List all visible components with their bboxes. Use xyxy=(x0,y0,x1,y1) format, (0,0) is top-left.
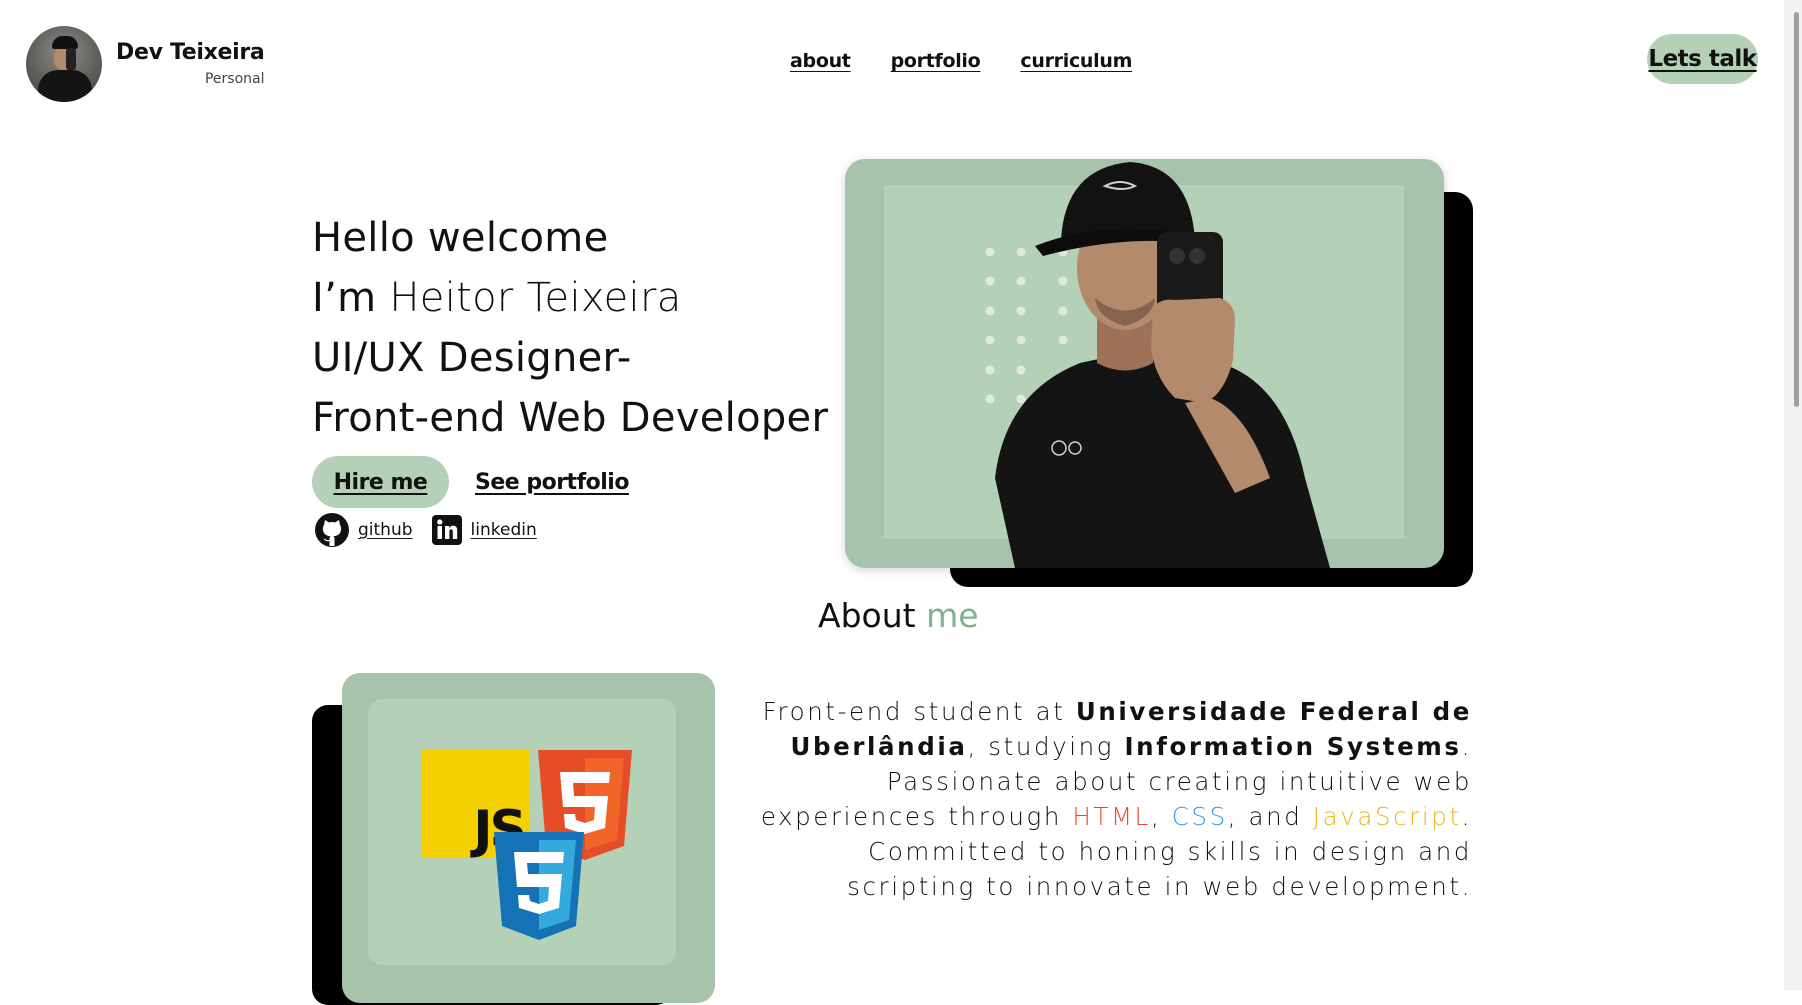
profile-photo xyxy=(985,162,1330,568)
hero-line-welcome: Hello welcome xyxy=(312,215,609,261)
github-icon xyxy=(315,513,349,547)
nav-link-about[interactable]: about xyxy=(790,50,851,72)
html-highlight: HTML xyxy=(1072,802,1151,831)
about-title-accent: me xyxy=(926,596,979,635)
scrollbar[interactable] xyxy=(1784,0,1802,990)
brand-name: Dev Teixeira xyxy=(116,40,265,65)
about-text-part: Front-end student at xyxy=(762,697,1076,726)
hero-name: Heitor Teixeira xyxy=(389,275,682,321)
about-text-part: , studying xyxy=(967,732,1125,761)
brand[interactable]: Dev Teixeira Personal xyxy=(26,26,265,102)
see-portfolio-link[interactable]: See portfolio xyxy=(475,470,629,495)
about-description: Front-end student at Universidade Federa… xyxy=(740,694,1472,904)
nav-link-curriculum[interactable]: curriculum xyxy=(1020,50,1132,72)
css-highlight: CSS xyxy=(1171,802,1228,831)
brand-subtitle: Personal xyxy=(204,71,265,87)
linkedin-icon xyxy=(431,515,462,545)
linkedin-link[interactable]: linkedin xyxy=(431,514,537,546)
hero-line-name: I’m Heitor Teixeira xyxy=(312,268,828,328)
hire-me-button[interactable]: Hire me xyxy=(312,456,449,508)
nav-link-portfolio[interactable]: portfolio xyxy=(891,50,981,72)
course-name: Information Systems xyxy=(1124,732,1462,761)
about-title: About me xyxy=(818,596,979,635)
about-title-main: About xyxy=(818,596,927,635)
lets-talk-button[interactable]: Lets talk xyxy=(1647,34,1758,84)
hero-heading: Hello welcome I’m Heitor Teixeira UI/UX … xyxy=(312,208,828,448)
hero-name-prefix: I’m xyxy=(312,275,390,321)
main-nav: about portfolio curriculum xyxy=(790,50,1132,72)
avatar xyxy=(26,26,102,102)
css3-logo xyxy=(494,832,584,940)
javascript-highlight: JavaScript xyxy=(1312,802,1462,831)
hero-line-role-2: Front-end Web Developer xyxy=(312,395,829,441)
scrollbar-thumb[interactable] xyxy=(1794,12,1799,407)
github-label[interactable]: github xyxy=(358,520,413,540)
about-text-part: , and xyxy=(1227,802,1313,831)
hero-line-role-1: UI/UX Designer- xyxy=(312,335,632,381)
social-links: github linkedin xyxy=(314,512,555,548)
linkedin-label[interactable]: linkedin xyxy=(471,520,537,540)
about-text-part: , xyxy=(1150,802,1172,831)
github-link[interactable]: github xyxy=(314,512,413,548)
hero-actions: Hire me See portfolio xyxy=(312,456,629,508)
